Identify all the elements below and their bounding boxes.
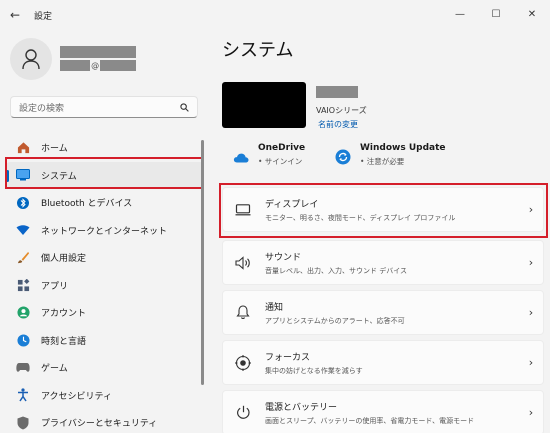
search-placeholder: 設定の検索 <box>19 103 65 114</box>
app-title: 設定 <box>34 12 53 22</box>
apps-icon <box>16 278 30 292</box>
onedrive-status[interactable]: OneDrive • サインイン <box>232 143 305 167</box>
email-local-redacted <box>60 60 91 71</box>
sidebar-item-apps[interactable]: アプリ <box>0 272 210 300</box>
back-button[interactable]: ← <box>6 6 24 24</box>
sidebar-item-label: アプリ <box>41 281 69 292</box>
focus-icon <box>235 354 251 371</box>
home-icon <box>16 141 30 155</box>
search-icon[interactable] <box>180 102 189 112</box>
sidebar-item-accounts[interactable]: アカウント <box>0 299 210 327</box>
page-title: システム <box>222 40 294 61</box>
device-image <box>222 82 306 128</box>
card-subtitle: 集中の妨げとなる作業を減らす <box>265 366 363 375</box>
card-subtitle: アプリとシステムからのアラート、応答不可 <box>265 316 405 325</box>
sidebar-scrollbar[interactable] <box>201 140 204 385</box>
sidebar-item-time-language[interactable]: 時刻と言語 <box>0 327 210 355</box>
windows-update-status-text: • 注意が必要 <box>360 157 405 166</box>
card-sound[interactable]: サウンド 音量レベル、出力、入力、サウンド デバイス › <box>222 240 544 285</box>
accessibility-icon <box>16 388 30 402</box>
card-title: フォーカス <box>265 352 311 363</box>
onedrive-title: OneDrive <box>258 143 306 153</box>
card-focus[interactable]: フォーカス 集中の妨げとなる作業を減らす › <box>222 340 544 385</box>
user-name-redacted <box>60 46 136 58</box>
gamepad-icon <box>16 361 30 375</box>
chevron-right-icon: › <box>528 406 534 419</box>
onedrive-status-text: • サインイン <box>258 157 303 166</box>
sidebar-item-label: プライバシーとセキュリティ <box>41 419 158 430</box>
chevron-right-icon: › <box>528 256 534 269</box>
device-name-redacted <box>316 86 358 98</box>
card-subtitle: 画面とスリープ、バッテリーの使用率、省電力モード、電源モード <box>265 416 475 425</box>
card-title: 通知 <box>265 302 284 313</box>
windows-update-title: Windows Update <box>360 143 446 153</box>
chevron-right-icon: › <box>528 356 534 369</box>
sidebar-item-label: アカウント <box>41 309 87 320</box>
windows-update-status[interactable]: Windows Update • 注意が必要 <box>334 143 446 167</box>
title-bar: ← 設定 — ☐ ✕ <box>0 0 550 30</box>
brush-icon <box>16 251 30 265</box>
bluetooth-icon <box>16 196 30 210</box>
sidebar-item-label: 個人用設定 <box>41 254 87 265</box>
minimize-button[interactable]: — <box>442 0 478 28</box>
cloud-icon <box>232 148 250 166</box>
sidebar-item-label: ホーム <box>41 144 68 155</box>
maximize-button[interactable]: ☐ <box>478 0 514 28</box>
close-button[interactable]: ✕ <box>514 0 550 28</box>
card-notifications[interactable]: 通知 アプリとシステムからのアラート、応答不可 › <box>222 290 544 335</box>
card-power-battery[interactable]: 電源とバッテリー 画面とスリープ、バッテリーの使用率、省電力モード、電源モード … <box>222 390 544 433</box>
avatar[interactable] <box>10 38 52 80</box>
sidebar-item-label: 時刻と言語 <box>41 336 87 347</box>
sidebar-item-label: アクセシビリティ <box>41 391 113 402</box>
highlight-box-system <box>5 157 203 189</box>
card-subtitle: 音量レベル、出力、入力、サウンド デバイス <box>265 266 408 275</box>
user-email: @ <box>60 60 136 71</box>
window-controls: — ☐ ✕ <box>442 0 550 28</box>
chevron-right-icon: › <box>528 306 534 319</box>
sidebar-item-label: Bluetooth とデバイス <box>41 199 133 210</box>
highlight-box-display <box>219 183 548 238</box>
search-input[interactable]: 設定の検索 <box>10 96 198 118</box>
rename-link[interactable]: 名前の変更 <box>318 119 358 130</box>
email-at: @ <box>91 61 100 70</box>
sidebar-item-accessibility[interactable]: アクセシビリティ <box>0 382 210 410</box>
sidebar-item-privacy-security[interactable]: プライバシーとセキュリティ <box>0 409 210 433</box>
sidebar-item-gaming[interactable]: ゲーム <box>0 354 210 382</box>
bell-icon <box>235 305 251 321</box>
sidebar-item-label: ネットワークとインターネット <box>41 226 168 237</box>
sidebar-item-network[interactable]: ネットワークとインターネット <box>0 217 210 245</box>
clock-globe-icon <box>16 333 30 347</box>
sidebar-item-label: ゲーム <box>41 364 68 375</box>
speaker-icon <box>235 255 251 271</box>
wifi-icon <box>16 223 30 237</box>
power-icon <box>235 405 251 421</box>
card-title: サウンド <box>265 252 302 263</box>
sync-icon <box>334 148 352 166</box>
account-icon <box>16 306 30 320</box>
shield-icon <box>16 416 30 430</box>
email-domain-redacted <box>100 60 136 71</box>
sidebar-item-bluetooth[interactable]: Bluetooth とデバイス <box>0 189 210 217</box>
device-model: VAIOシリーズ <box>316 106 367 115</box>
sidebar-item-personalization[interactable]: 個人用設定 <box>0 244 210 272</box>
user-icon <box>22 49 40 70</box>
card-title: 電源とバッテリー <box>265 402 338 413</box>
